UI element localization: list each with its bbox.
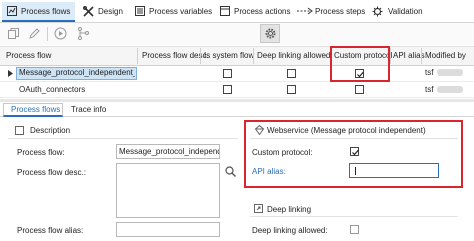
column-divider bbox=[137, 48, 138, 64]
deep-linking-checkbox[interactable] bbox=[287, 85, 296, 94]
toolbar-divider bbox=[47, 27, 48, 41]
description-header: Description bbox=[30, 126, 71, 135]
custom-protocol-detail-checkbox[interactable] bbox=[350, 147, 359, 156]
run-flow-icon[interactable] bbox=[54, 27, 67, 40]
api-alias-label: API alias: bbox=[252, 167, 286, 176]
tab-label: Process actions bbox=[234, 7, 291, 16]
blurred-username bbox=[437, 69, 463, 76]
variables-icon bbox=[135, 6, 145, 16]
cell-modified-by: tsf bbox=[425, 85, 434, 94]
tab-label: Process flows bbox=[21, 7, 71, 16]
steps-icon bbox=[297, 7, 313, 15]
copy-icon[interactable] bbox=[8, 28, 19, 39]
tab-validation[interactable]: Validation bbox=[371, 2, 423, 22]
actions-icon bbox=[220, 6, 230, 16]
custom-protocol-label: Custom protocol: bbox=[252, 148, 313, 157]
tab-process-actions[interactable]: Process actions bbox=[219, 2, 291, 22]
column-header-api-alias[interactable]: API alias bbox=[393, 51, 425, 61]
tab-process-flows[interactable]: Process flows bbox=[2, 2, 75, 22]
process-flow-field[interactable]: Message_protocol_independent bbox=[116, 144, 220, 159]
detail-tab-process-flows[interactable]: Process flows bbox=[3, 103, 63, 117]
cell-process-flow: OAuth_connectors bbox=[19, 85, 86, 94]
column-header-deep-linking[interactable]: Deep linking allowed bbox=[257, 51, 330, 61]
tab-process-steps[interactable]: Process steps bbox=[297, 2, 366, 22]
is-system-flow-checkbox[interactable] bbox=[223, 69, 232, 78]
tab-process-variables[interactable]: Process variables bbox=[134, 2, 212, 22]
deep-linking-allowed-label: Deep linking allowed: bbox=[252, 226, 328, 235]
column-divider bbox=[390, 48, 391, 64]
process-flow-desc-field[interactable] bbox=[116, 163, 220, 218]
column-header-process-flow-desc[interactable]: Process flow desc. bbox=[142, 51, 209, 61]
tab-label: Process steps bbox=[315, 7, 366, 16]
process-flow-label: Process flow: bbox=[17, 148, 65, 157]
process-flow-alias-label: Process flow alias: bbox=[17, 226, 84, 235]
process-flow-alias-field[interactable] bbox=[116, 222, 220, 237]
deep-linking-icon bbox=[254, 204, 263, 213]
row-selector-arrow-icon bbox=[8, 70, 13, 77]
webservice-icon bbox=[254, 125, 265, 135]
column-divider bbox=[200, 48, 201, 64]
column-header-process-flow[interactable]: Process flow bbox=[6, 51, 51, 61]
deep-linking-header: Deep linking bbox=[267, 205, 312, 214]
column-header-modified-by[interactable]: Modified by bbox=[425, 51, 466, 61]
edit-pencil-icon[interactable] bbox=[29, 28, 40, 39]
api-alias-field[interactable] bbox=[349, 163, 439, 178]
branch-icon[interactable] bbox=[77, 27, 89, 40]
deep-linking-allowed-checkbox[interactable] bbox=[350, 225, 359, 234]
deep-linking-checkbox[interactable] bbox=[287, 69, 296, 78]
column-header-is-system-flow[interactable]: Is system flow bbox=[204, 51, 254, 61]
process-flow-value: Message_protocol_independent bbox=[119, 147, 219, 156]
detail-tab-label: Trace info bbox=[71, 105, 107, 114]
description-icon bbox=[15, 126, 24, 135]
is-system-flow-checkbox[interactable] bbox=[223, 85, 232, 94]
webservice-header: Webservice (Message protocol independent… bbox=[267, 126, 426, 135]
tab-design[interactable]: Design bbox=[82, 2, 127, 22]
blurred-username bbox=[437, 86, 463, 93]
search-icon[interactable] bbox=[225, 166, 236, 177]
custom-protocol-checkbox[interactable] bbox=[355, 85, 364, 94]
column-divider bbox=[421, 48, 422, 64]
design-tools-icon bbox=[83, 6, 94, 17]
toolbar bbox=[0, 23, 474, 45]
settings-button[interactable] bbox=[260, 24, 280, 43]
validation-icon bbox=[372, 6, 383, 17]
column-divider bbox=[253, 48, 254, 64]
process-flow-desc-label: Process flow desc.: bbox=[17, 168, 86, 177]
cell-modified-by: tsf bbox=[425, 68, 434, 77]
gear-icon bbox=[264, 27, 277, 40]
detail-tab-label: Process flows bbox=[11, 105, 61, 114]
tab-label: Process variables bbox=[149, 7, 213, 16]
cell-process-flow: Message_protocol_independent_w bbox=[19, 68, 135, 77]
tab-label: Validation bbox=[388, 7, 423, 16]
text-cursor bbox=[355, 167, 356, 175]
custom-protocol-column-highlight bbox=[330, 46, 390, 82]
detail-tab-trace-info[interactable]: Trace info bbox=[65, 103, 109, 116]
process-flows-icon bbox=[7, 6, 17, 16]
tab-label: Design bbox=[98, 7, 123, 16]
